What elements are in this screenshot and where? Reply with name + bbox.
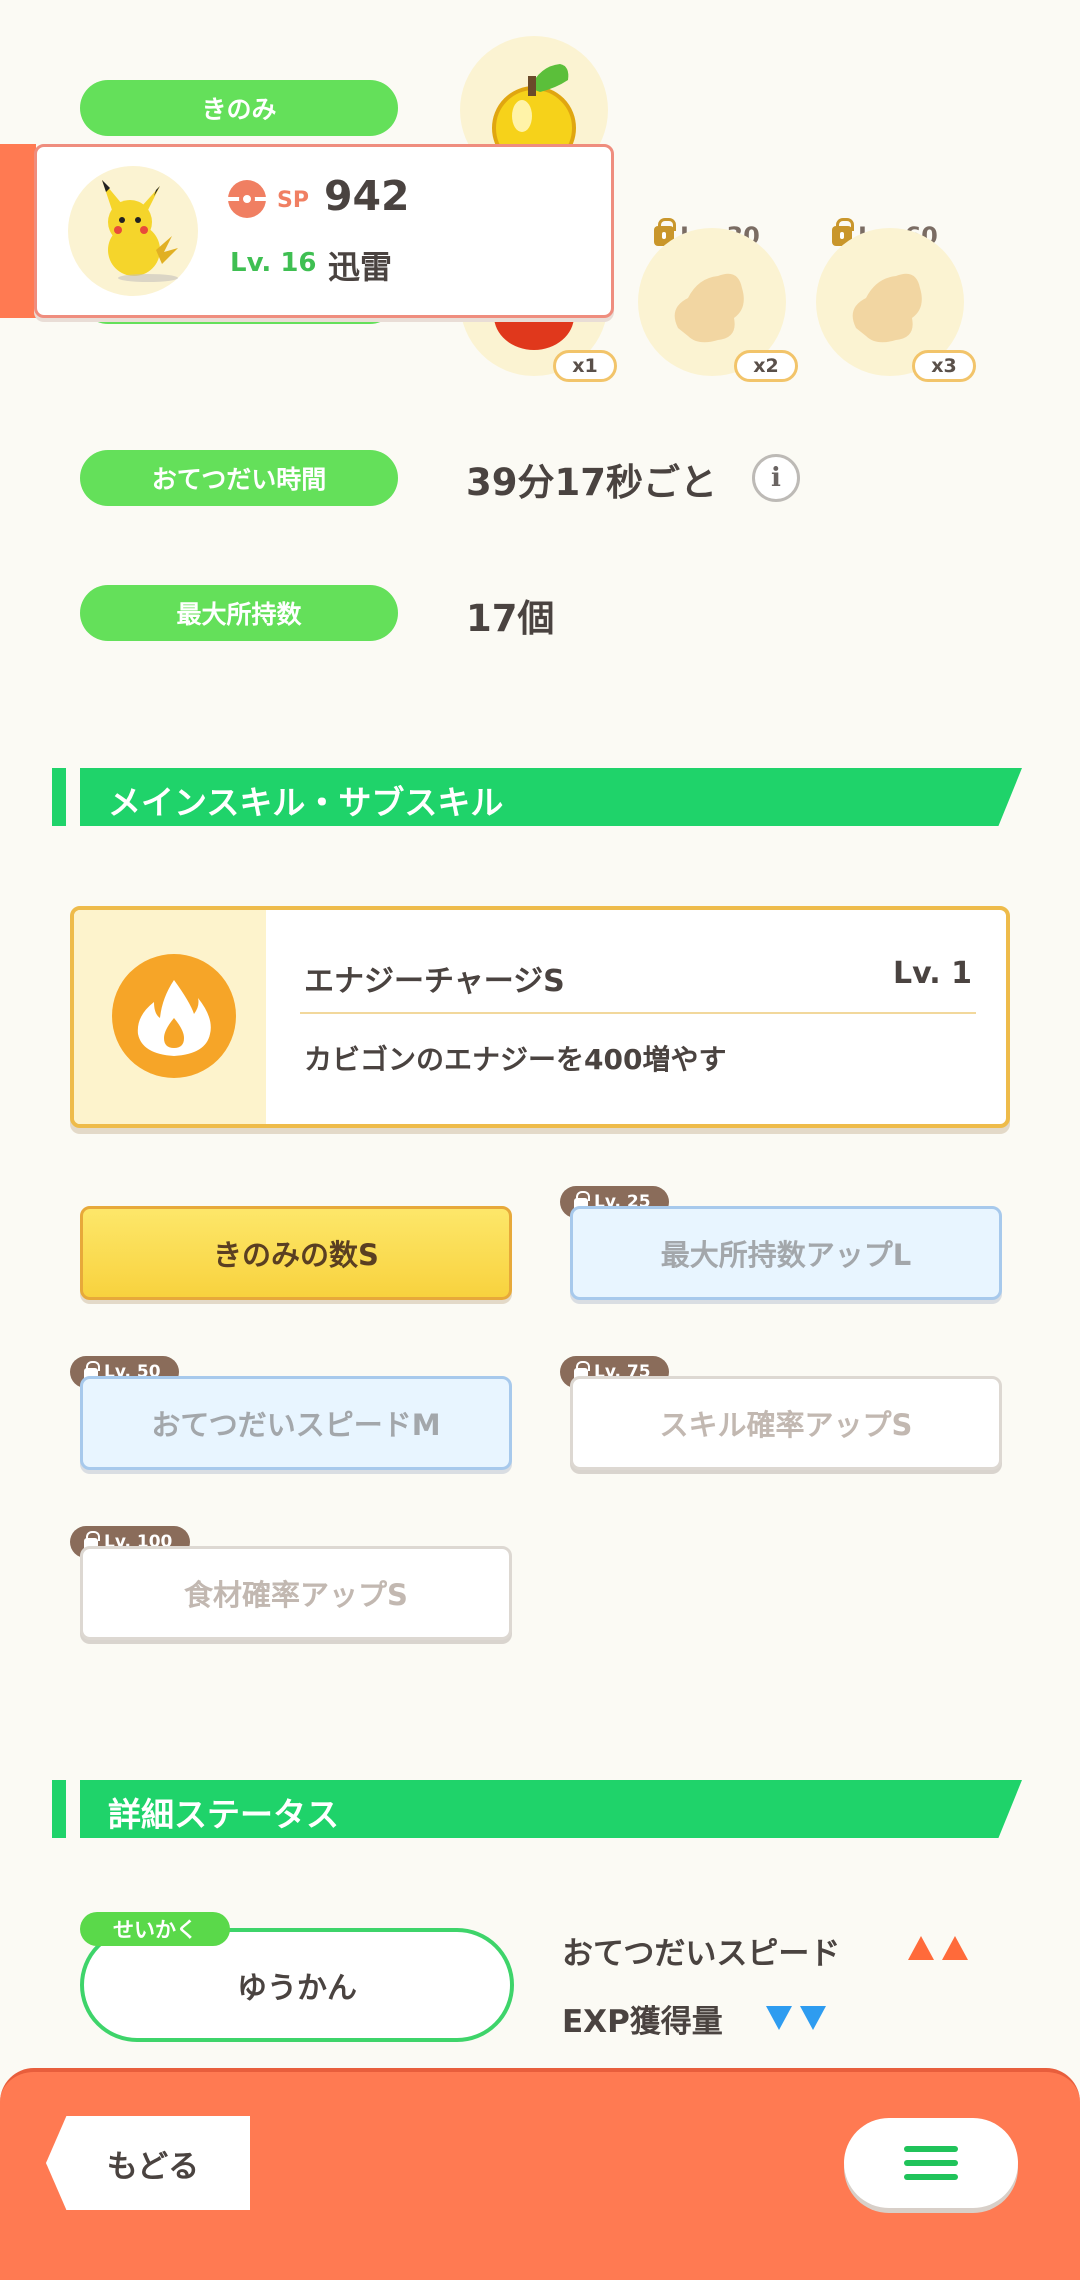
subskill-4[interactable]: スキル確率アップS [570,1376,1002,1470]
berries-label: きのみ [80,80,398,136]
nature-down-label: EXP獲得量 [562,2004,723,2040]
hamburger-menu-icon [904,2146,958,2180]
flame-icon [112,954,236,1078]
main-skill-name: エナジーチャージS [304,964,565,999]
ingredient-count-3: x3 [912,350,976,382]
section-title: 詳細ステータス [108,1795,339,1834]
nature-tag: せいかく [80,1912,230,1946]
subskill-5[interactable]: 食材確率アップS [80,1546,512,1640]
main-skill-level: Lv. 1 [893,956,972,991]
max-carry-value: 17個 [466,597,555,640]
pokemon-name: 迅雷 [328,248,393,286]
up-arrows-icon [906,1932,976,1966]
subskill-1[interactable]: きのみの数S [80,1206,512,1300]
pokemon-level: Lv. 16 [230,248,317,278]
sp-icon [228,180,266,218]
pokemon-avatar [68,166,198,296]
nature-value: ゆうかん [237,1971,357,2006]
info-icon[interactable]: i [752,454,800,502]
sp-value: 942 [324,172,410,220]
ingredient-count-1: x1 [553,350,617,382]
sp-label: SP [277,188,309,213]
pikachu-icon [102,180,178,282]
help-time-label: おてつだい時間 [80,450,398,506]
section-title: メインスキル・サブスキル [108,783,504,822]
pokemon-summary-card[interactable]: SP 942 Lv. 16 迅雷 [0,144,614,318]
ingredient-count-2: x2 [734,350,798,382]
divider [300,1012,976,1014]
max-carry-label: 最大所持数 [80,585,398,641]
subskill-2[interactable]: 最大所持数アップL [570,1206,1002,1300]
card-accent-bar [0,144,36,318]
skills-section-header: メインスキル・サブスキル [52,768,1022,826]
back-button[interactable]: もどる [46,2116,250,2210]
detail-section-header: 詳細ステータス [52,1780,1022,1838]
main-skill-description: カビゴンのエナジーを400増やす [304,1043,727,1076]
main-skill-card[interactable]: エナジーチャージS Lv. 1 カビゴンのエナジーを400増やす [70,906,1010,1128]
nature-up-label: おてつだいスピード [562,1936,841,1972]
help-time-value: 39分17秒ごと [466,461,717,504]
menu-button[interactable] [844,2118,1018,2208]
subskill-3[interactable]: おてつだいスピードM [80,1376,512,1470]
down-arrows-icon [764,2002,834,2036]
back-label: もどる [106,2148,200,2185]
